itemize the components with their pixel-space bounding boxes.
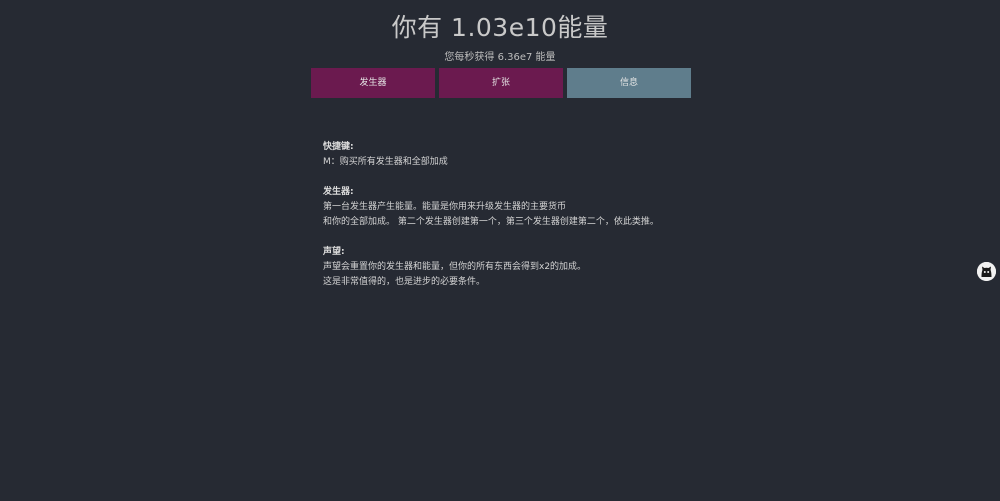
prestige-line: 声望会重置你的发生器和能量，但你的所有东西会得到x2的加成。 xyxy=(323,262,587,272)
prestige-section: 声望: 声望会重置你的发生器和能量，但你的所有东西会得到x2的加成。 这是非常值… xyxy=(323,245,743,290)
shortcuts-section: 快捷键: M：购买所有发生器和全部加成 xyxy=(323,140,743,170)
shortcuts-title: 快捷键: xyxy=(323,142,354,152)
info-panel: 快捷键: M：购买所有发生器和全部加成 发生器: 第一台发生器产生能量。能量是你… xyxy=(323,140,743,305)
generators-line: 第一台发生器产生能量。能量是你用来升级发生器的主要货币 xyxy=(323,202,567,212)
energy-rate-text: 您每秒获得 6.36e7 能量 xyxy=(444,52,556,63)
generators-title: 发生器: xyxy=(323,187,354,197)
tab-expansion[interactable]: 扩张 xyxy=(439,68,563,98)
generators-line: 和你的全部加成。 第二个发生器创建第一个，第三个发生器创建第二个，依此类推。 xyxy=(323,217,659,227)
shortcuts-line: M：购买所有发生器和全部加成 xyxy=(323,157,448,167)
prestige-line: 这是非常值得的，也是进步的必要条件。 xyxy=(323,277,486,287)
github-icon[interactable] xyxy=(977,262,996,281)
tab-generators[interactable]: 发生器 xyxy=(311,68,435,98)
page: 你有 1.03e10能量 您每秒获得 6.36e7 能量 发生器 扩张 信息 快… xyxy=(0,0,1000,501)
generators-section: 发生器: 第一台发生器产生能量。能量是你用来升级发生器的主要货币 和你的全部加成… xyxy=(323,185,743,230)
energy-title: 你有 1.03e10能量 xyxy=(391,13,609,42)
github-icon-graphic xyxy=(977,262,996,281)
prestige-title: 声望: xyxy=(323,247,345,257)
tab-bar: 发生器 扩张 信息 xyxy=(311,68,691,98)
tab-info[interactable]: 信息 xyxy=(567,68,691,98)
